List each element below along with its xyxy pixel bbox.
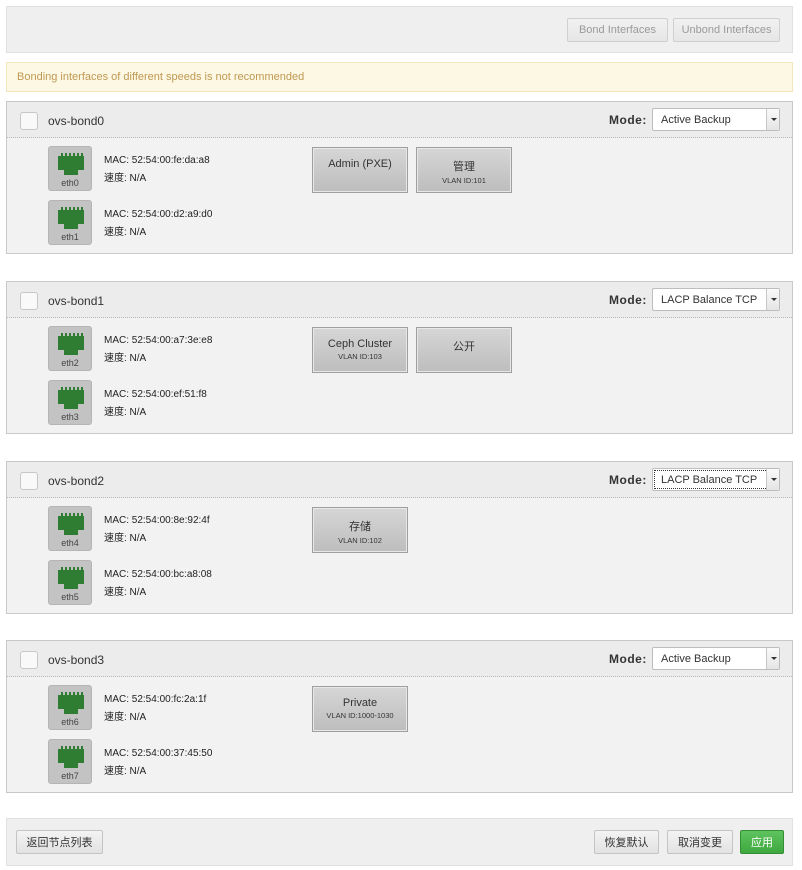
ethernet-port-icon[interactable]: eth6 <box>48 685 92 730</box>
bond-select-checkbox[interactable] <box>20 472 38 490</box>
interface-name: eth3 <box>61 412 79 422</box>
back-to-node-list-button[interactable]: 返回节点列表 <box>16 830 103 854</box>
speed-warning-alert: Bonding interfaces of different speeds i… <box>6 62 793 92</box>
bond-mode-select[interactable]: Active Backup <box>652 647 780 670</box>
bond-panel: ovs-bond2 Mode: LACP Balance TCP eth4 MA… <box>6 461 793 614</box>
interface-name: eth2 <box>61 358 79 368</box>
network-name: Private <box>342 697 378 709</box>
ethernet-port-icon[interactable]: eth3 <box>48 380 92 425</box>
bond-header: ovs-bond0 Mode: Active Backup <box>7 102 792 138</box>
mode-label: Mode: <box>609 473 647 487</box>
bond-name: ovs-bond2 <box>48 474 105 488</box>
mac-address: MAC: 52:54:00:ef:51:f8 <box>104 389 207 400</box>
interface-speed: 速度: N/A <box>104 407 147 418</box>
mac-address: MAC: 52:54:00:fc:2a:1f <box>104 694 207 705</box>
bond-select-checkbox[interactable] <box>20 112 38 130</box>
chevron-down-icon <box>766 289 779 310</box>
cancel-changes-button[interactable]: 取消变更 <box>667 830 733 854</box>
ethernet-port-icon[interactable]: eth5 <box>48 560 92 605</box>
bond-header: ovs-bond3 Mode: Active Backup <box>7 641 792 677</box>
ethernet-port-icon[interactable]: eth0 <box>48 146 92 191</box>
interface-name: eth5 <box>61 592 79 602</box>
chevron-down-icon <box>766 648 779 669</box>
interface-row: eth6 MAC: 52:54:00:fc:2a:1f 速度: N/A <box>48 685 348 731</box>
mac-address: MAC: 52:54:00:8e:92:4f <box>104 515 210 526</box>
bond-panel: ovs-bond0 Mode: Active Backup eth0 MAC: … <box>6 101 793 254</box>
interface-speed: 速度: N/A <box>104 353 147 364</box>
apply-button[interactable]: 应用 <box>740 830 784 854</box>
interface-row: eth7 MAC: 52:54:00:37:45:50 速度: N/A <box>48 739 348 785</box>
warning-text: Bonding interfaces of different speeds i… <box>17 71 305 83</box>
chevron-down-icon <box>766 109 779 130</box>
mode-label: Mode: <box>609 293 647 307</box>
interface-speed: 速度: N/A <box>104 766 147 777</box>
network-tile[interactable]: 公开 <box>416 327 512 373</box>
vlan-id: VLAN ID:1000-1030 <box>326 711 394 720</box>
network-name: 公开 <box>453 341 475 353</box>
interface-name: eth4 <box>61 538 79 548</box>
bond-mode-select[interactable]: LACP Balance TCP <box>652 288 780 311</box>
ethernet-port-icon[interactable]: eth2 <box>48 326 92 371</box>
vlan-id: VLAN ID:103 <box>338 352 382 361</box>
network-name: Admin (PXE) <box>328 158 392 170</box>
interface-row: eth1 MAC: 52:54:00:d2:a9:d0 速度: N/A <box>48 200 348 246</box>
bond-name: ovs-bond0 <box>48 114 105 128</box>
mode-label: Mode: <box>609 113 647 127</box>
interface-row: eth5 MAC: 52:54:00:bc:a8:08 速度: N/A <box>48 560 348 606</box>
interface-row: eth0 MAC: 52:54:00:fe:da:a8 速度: N/A <box>48 146 348 192</box>
interface-speed: 速度: N/A <box>104 533 147 544</box>
network-name: Ceph Cluster <box>327 338 393 350</box>
bond-panel: ovs-bond1 Mode: LACP Balance TCP eth2 MA… <box>6 281 793 434</box>
vlan-id: VLAN ID:101 <box>442 176 486 185</box>
ethernet-port-icon[interactable]: eth4 <box>48 506 92 551</box>
mode-label: Mode: <box>609 652 647 666</box>
mac-address: MAC: 52:54:00:bc:a8:08 <box>104 569 212 580</box>
interface-name: eth1 <box>61 232 79 242</box>
network-name: 存储 <box>349 521 371 533</box>
ethernet-port-icon[interactable]: eth7 <box>48 739 92 784</box>
ethernet-port-icon[interactable]: eth1 <box>48 200 92 245</box>
network-tile[interactable]: 存储 VLAN ID:102 <box>312 507 408 553</box>
interface-speed: 速度: N/A <box>104 227 147 238</box>
restore-defaults-button[interactable]: 恢复默认 <box>594 830 659 854</box>
bond-mode-select[interactable]: Active Backup <box>652 108 780 131</box>
network-tile[interactable]: Private VLAN ID:1000-1030 <box>312 686 408 732</box>
chevron-down-icon <box>766 469 779 490</box>
bond-name: ovs-bond3 <box>48 653 105 667</box>
mac-address: MAC: 52:54:00:fe:da:a8 <box>104 155 210 166</box>
bond-mode-value: Active Backup <box>661 114 731 126</box>
mac-address: MAC: 52:54:00:a7:3e:e8 <box>104 335 213 346</box>
network-tile[interactable]: 管理 VLAN ID:101 <box>416 147 512 193</box>
interface-row: eth2 MAC: 52:54:00:a7:3e:e8 速度: N/A <box>48 326 348 372</box>
bond-mode-value: Active Backup <box>661 653 731 665</box>
bond-header: ovs-bond1 Mode: LACP Balance TCP <box>7 282 792 318</box>
interface-name: eth0 <box>61 178 79 188</box>
bottom-toolbar: 返回节点列表 恢复默认 取消变更 应用 <box>6 818 793 866</box>
vlan-id: VLAN ID:102 <box>338 536 382 545</box>
unbond-interfaces-button[interactable]: Unbond Interfaces <box>673 18 780 42</box>
interface-speed: 速度: N/A <box>104 173 147 184</box>
interface-name: eth6 <box>61 717 79 727</box>
mac-address: MAC: 52:54:00:37:45:50 <box>104 748 213 759</box>
bond-name: ovs-bond1 <box>48 294 105 308</box>
network-tile[interactable]: Ceph Cluster VLAN ID:103 <box>312 327 408 373</box>
network-name: 管理 <box>453 161 475 173</box>
bond-interfaces-button[interactable]: Bond Interfaces <box>567 18 668 42</box>
top-toolbar: Bond Interfaces Unbond Interfaces <box>6 6 793 53</box>
interface-speed: 速度: N/A <box>104 587 147 598</box>
bond-panel: ovs-bond3 Mode: Active Backup eth6 MAC: … <box>6 640 793 793</box>
bond-header: ovs-bond2 Mode: LACP Balance TCP <box>7 462 792 498</box>
interface-row: eth3 MAC: 52:54:00:ef:51:f8 速度: N/A <box>48 380 348 426</box>
interface-name: eth7 <box>61 771 79 781</box>
bond-mode-value: LACP Balance TCP <box>661 474 758 486</box>
bond-mode-select[interactable]: LACP Balance TCP <box>652 468 780 491</box>
network-tile[interactable]: Admin (PXE) <box>312 147 408 193</box>
bond-mode-value: LACP Balance TCP <box>661 294 758 306</box>
interface-speed: 速度: N/A <box>104 712 147 723</box>
mac-address: MAC: 52:54:00:d2:a9:d0 <box>104 209 213 220</box>
bond-select-checkbox[interactable] <box>20 651 38 669</box>
interface-row: eth4 MAC: 52:54:00:8e:92:4f 速度: N/A <box>48 506 348 552</box>
bond-select-checkbox[interactable] <box>20 292 38 310</box>
